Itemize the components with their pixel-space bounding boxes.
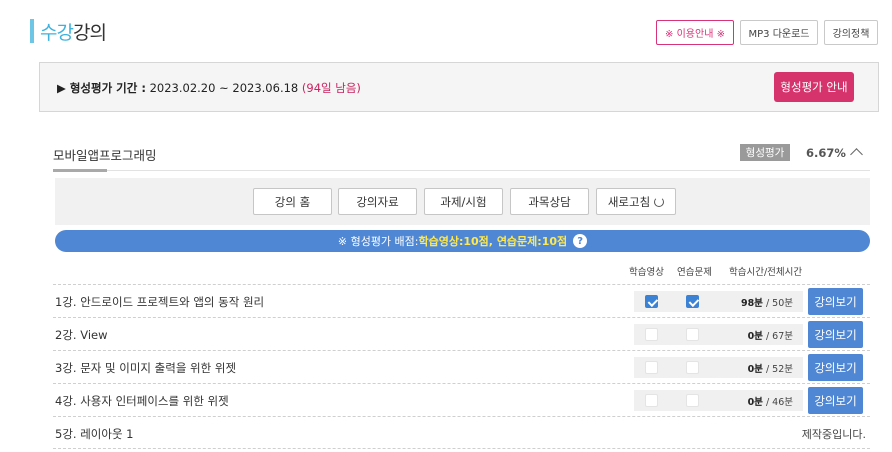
lesson-title: 4강. 사용자 인터페이스를 위한 위젯 — [55, 394, 229, 408]
total-time: / 46분 — [762, 397, 793, 408]
evaluation-period-remaining: (94일 남음) — [301, 81, 361, 95]
refresh-icon — [654, 196, 665, 207]
score-notice-bar: ※ 형성평가 배점: 학습영상:10점, 연습문제:10점 ? — [55, 230, 870, 252]
lesson-row: 5강. 레이아웃 1 제작중입니다. — [53, 416, 870, 449]
lesson-row: 1강. 안드로이드 프로젝트와 앱의 동작 원리 98분 / 50분 강의보기 — [53, 284, 870, 317]
evaluation-badge: 형성평가 — [740, 144, 790, 161]
course-divider — [53, 170, 870, 171]
course-consultation-button[interactable]: 과목상담 — [510, 188, 589, 215]
video-complete-checkbox — [645, 328, 658, 341]
lesson-status: 0분 / 67분 — [634, 324, 803, 345]
lesson-row: 2강. View 0분 / 67분 강의보기 — [53, 317, 870, 350]
lesson-title: 2강. View — [55, 328, 108, 342]
course-name[interactable]: 모바일앱프로그래밍 — [53, 145, 157, 164]
lesson-title: 1강. 안드로이드 프로젝트와 앱의 동작 원리 — [55, 295, 265, 309]
refresh-label: 새로고침 — [607, 194, 651, 209]
lesson-time: 0분 / 67분 — [748, 328, 793, 342]
score-notice-highlight: 학습영상:10점, 연습문제:10점 — [418, 235, 568, 248]
practice-complete-checkbox — [686, 394, 699, 407]
total-time: / 50분 — [762, 298, 793, 309]
lesson-status: 0분 / 46분 — [634, 390, 803, 411]
lesson-time: 98분 / 50분 — [741, 295, 793, 309]
score-notice-prefix: ※ 형성평가 배점: — [337, 235, 419, 248]
evaluation-period-text: ▶ 형성평가 기간 : 2023.02.20 ~ 2023.06.18 (94일… — [57, 80, 361, 96]
lesson-time: 0분 / 46분 — [748, 394, 793, 408]
page-title-accent: 수강 — [40, 21, 74, 44]
lesson-status: 0분 / 52분 — [634, 357, 803, 378]
lecture-materials-button[interactable]: 강의자료 — [338, 188, 417, 215]
column-header-practice: 연습문제 — [677, 267, 712, 278]
practice-complete-checkbox — [686, 295, 699, 308]
study-time: 0분 — [747, 331, 763, 342]
course-menu-panel: 강의 홈 강의자료 과제/시험 과목상담 새로고침 — [55, 178, 870, 225]
lesson-title: 3강. 문자 및 이미지 출력을 위한 위젯 — [55, 361, 237, 375]
page-title-text: 수강강의 — [40, 18, 107, 45]
refresh-button[interactable]: 새로고침 — [596, 188, 676, 215]
watch-lecture-button[interactable]: 강의보기 — [808, 288, 863, 315]
watch-lecture-button[interactable]: 강의보기 — [808, 354, 863, 381]
watch-lecture-button[interactable]: 강의보기 — [808, 321, 863, 348]
column-header-time: 학습시간/전체시간 — [729, 267, 803, 278]
lesson-title: 5강. 레이아웃 1 — [55, 427, 134, 441]
lecture-home-button[interactable]: 강의 홈 — [253, 188, 332, 215]
evaluation-percent: 6.67% — [806, 146, 846, 160]
total-time: / 52분 — [762, 364, 793, 375]
page-title-rest: 강의 — [72, 21, 107, 44]
usage-guide-button[interactable]: ※ 이용안내 ※ — [656, 20, 734, 45]
title-accent-bar — [30, 19, 34, 43]
page-title: 수강강의 — [30, 18, 107, 45]
list-bottom-divider — [53, 448, 870, 449]
help-icon[interactable]: ? — [573, 234, 588, 248]
lesson-time: 0분 / 52분 — [748, 361, 793, 375]
assignments-exams-button[interactable]: 과제/시험 — [424, 188, 503, 215]
study-time: 0분 — [747, 397, 763, 408]
video-complete-checkbox — [645, 295, 658, 308]
video-complete-checkbox — [645, 361, 658, 374]
evaluation-guide-button[interactable]: 형성평가 안내 — [774, 72, 854, 102]
total-time: / 67분 — [762, 331, 793, 342]
production-status: 제작중입니다. — [801, 428, 866, 441]
video-complete-checkbox — [645, 394, 658, 407]
lecture-policy-button[interactable]: 강의정책 — [824, 20, 878, 45]
study-time: 98분 — [740, 298, 763, 309]
lesson-status: 98분 / 50분 — [634, 291, 803, 312]
lesson-row: 3강. 문자 및 이미지 출력을 위한 위젯 0분 / 52분 강의보기 — [53, 350, 870, 383]
course-tab-indicator — [53, 169, 107, 172]
chevron-up-icon[interactable] — [850, 148, 863, 161]
watch-lecture-button[interactable]: 강의보기 — [808, 387, 863, 414]
evaluation-period-box: ▶ 형성평가 기간 : 2023.02.20 ~ 2023.06.18 (94일… — [39, 62, 879, 112]
column-header-video: 학습영상 — [629, 267, 664, 278]
practice-complete-checkbox — [686, 328, 699, 341]
evaluation-period-label: ▶ 형성평가 기간 : — [57, 81, 146, 95]
lesson-row: 4강. 사용자 인터페이스를 위한 위젯 0분 / 46분 강의보기 — [53, 383, 870, 416]
mp3-download-button[interactable]: MP3 다운로드 — [740, 20, 818, 45]
study-time: 0분 — [747, 364, 763, 375]
evaluation-period-range: 2023.02.20 ~ 2023.06.18 — [145, 81, 302, 95]
practice-complete-checkbox — [686, 361, 699, 374]
